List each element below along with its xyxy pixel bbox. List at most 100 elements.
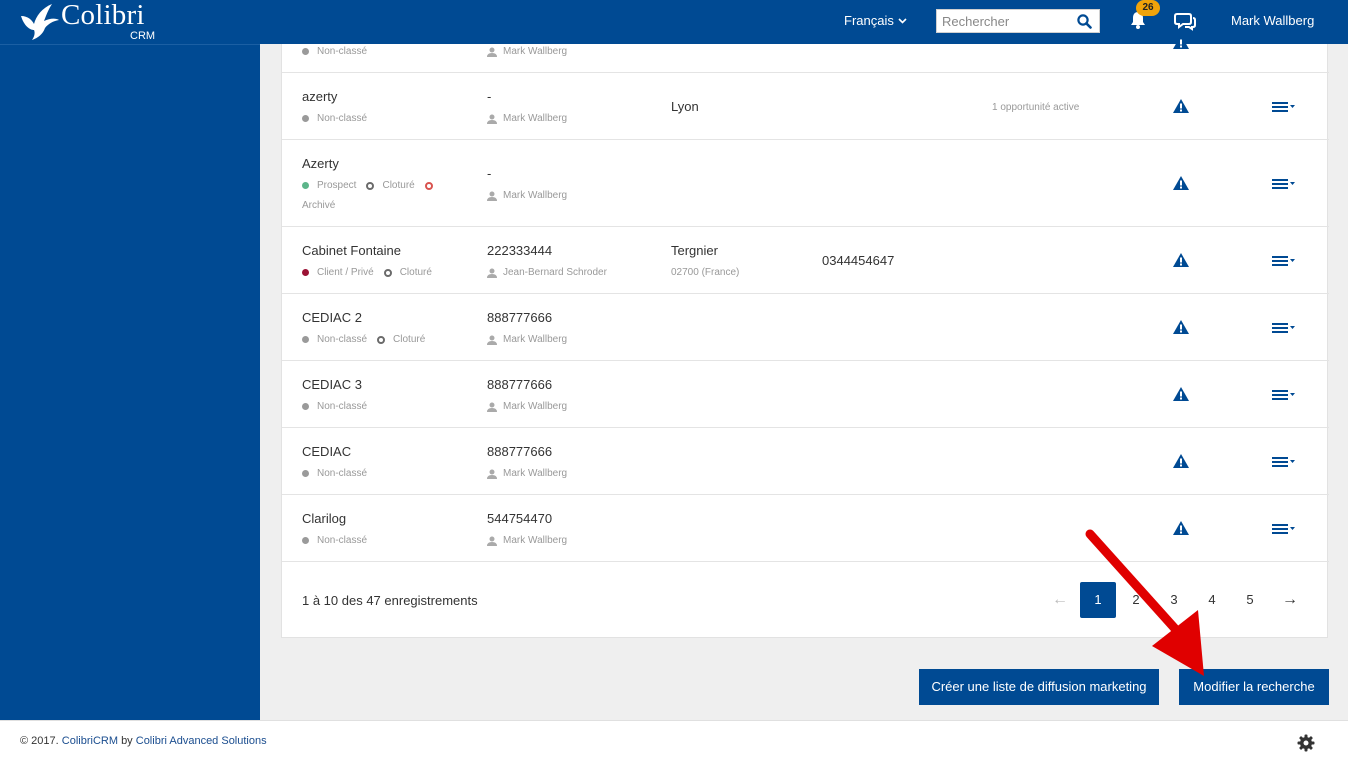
gear-icon[interactable] xyxy=(1297,734,1315,752)
postal-code: 02700 (France) xyxy=(671,267,740,278)
owner: Mark Wallberg xyxy=(487,334,567,345)
status-dot xyxy=(377,335,386,344)
menu-icon[interactable] xyxy=(1272,389,1296,401)
table-row[interactable]: azerty Non-classé - Mark Wallberg Lyon 1… xyxy=(282,73,1329,140)
warning-icon[interactable] xyxy=(1172,252,1190,268)
city: Tergnier xyxy=(671,243,718,258)
search-icon[interactable] xyxy=(1077,14,1092,29)
table-row[interactable]: Non-classé Mark Wallberg xyxy=(282,35,1329,73)
warning-icon[interactable] xyxy=(1172,34,1190,50)
menu-icon[interactable] xyxy=(1272,456,1296,468)
company-name[interactable]: CEDIAC 2 xyxy=(302,310,362,325)
company-id: - xyxy=(487,166,492,181)
owner: Mark Wallberg xyxy=(487,46,567,57)
records-summary: 1 à 10 des 47 enregistrements xyxy=(302,593,478,608)
status-dot xyxy=(302,470,309,477)
table-row[interactable]: CEDIAC Non-classé 888777666 Mark Wallber… xyxy=(282,428,1329,495)
user-icon xyxy=(487,47,497,57)
annotation-arrow xyxy=(1085,529,1204,676)
table-row[interactable]: Azerty Prospect Cloturé Archivé - Mark W… xyxy=(282,140,1329,227)
pagination-next[interactable]: → xyxy=(1272,582,1308,618)
company-id: 544754470 xyxy=(487,511,553,526)
company-name[interactable]: Cabinet Fontaine xyxy=(302,243,401,258)
status-dot xyxy=(366,181,375,190)
owner: Mark Wallberg xyxy=(487,468,567,479)
company-id: 222333444 xyxy=(487,243,553,258)
menu-icon[interactable] xyxy=(1272,178,1296,190)
status-tag-archived: Archivé xyxy=(302,200,336,211)
company-name[interactable]: azerty xyxy=(302,89,337,104)
company-id: - xyxy=(487,89,492,104)
company-id: 888777666 xyxy=(487,444,553,459)
warning-icon[interactable] xyxy=(1172,453,1190,469)
status-tags: Non-classé xyxy=(302,113,367,124)
sidebar xyxy=(0,44,260,720)
footer-company-link[interactable]: Colibri Advanced Solutions xyxy=(136,735,267,747)
status-tags: Non-classé xyxy=(302,46,367,57)
search-input[interactable] xyxy=(937,10,1073,32)
chat-icon[interactable] xyxy=(1174,11,1196,31)
status-tags: Non-classé xyxy=(302,468,367,479)
pagination-page-5[interactable]: 5 xyxy=(1232,582,1268,618)
status-dot xyxy=(302,537,309,544)
menu-icon[interactable] xyxy=(1272,322,1296,334)
warning-icon[interactable] xyxy=(1172,386,1190,402)
company-name[interactable]: CEDIAC 3 xyxy=(302,377,362,392)
table-row[interactable]: CEDIAC 2 Non-classé Cloturé 888777666 Ma… xyxy=(282,294,1329,361)
search-box xyxy=(936,9,1100,33)
user-icon xyxy=(487,114,497,124)
owner: Mark Wallberg xyxy=(487,113,567,124)
owner: Mark Wallberg xyxy=(487,190,567,201)
user-menu[interactable]: Mark Wallberg xyxy=(1231,13,1314,28)
warning-icon[interactable] xyxy=(1172,175,1190,191)
user-icon xyxy=(487,268,497,278)
company-name[interactable]: Clarilog xyxy=(302,511,346,526)
status-tags: Prospect Cloturé xyxy=(302,180,441,191)
status-tags: Non-classé Cloturé xyxy=(302,334,425,345)
notification-badge: 26 xyxy=(1136,0,1160,16)
phone: 0344454647 xyxy=(822,253,895,268)
menu-icon[interactable] xyxy=(1272,255,1296,267)
user-icon xyxy=(487,335,497,345)
pagination-prev[interactable]: ← xyxy=(1042,582,1078,618)
status-dot xyxy=(302,403,309,410)
warning-icon[interactable] xyxy=(1172,98,1190,114)
logo-subtext: CRM xyxy=(130,30,156,42)
table-row[interactable]: Cabinet Fontaine Client / Privé Cloturé … xyxy=(282,227,1329,294)
status-tags: Non-classé xyxy=(302,401,367,412)
user-icon xyxy=(487,191,497,201)
status-tags: Non-classé xyxy=(302,535,367,546)
company-id: 888777666 xyxy=(487,310,553,325)
owner: Jean-Bernard Schroder xyxy=(487,267,607,278)
owner: Mark Wallberg xyxy=(487,401,567,412)
opportunities: 1 opportunité active xyxy=(992,102,1080,113)
bird-logo-icon xyxy=(21,4,59,40)
warning-icon[interactable] xyxy=(1172,319,1190,335)
footer-copyright: © 2017. ColibriCRM by Colibri Advanced S… xyxy=(20,735,267,747)
menu-icon[interactable] xyxy=(1272,523,1296,535)
status-dot xyxy=(302,182,309,189)
footer-brand-link[interactable]: ColibriCRM xyxy=(62,735,118,747)
logo[interactable]: Colibri CRM xyxy=(18,0,178,42)
status-dot xyxy=(302,48,309,55)
user-icon xyxy=(487,536,497,546)
company-id: 888777666 xyxy=(487,377,553,392)
status-dot xyxy=(424,181,433,190)
status-dot xyxy=(383,268,392,277)
menu-icon[interactable] xyxy=(1272,101,1296,113)
user-icon xyxy=(487,402,497,412)
city: Lyon xyxy=(671,99,699,114)
language-selector[interactable]: Français xyxy=(844,13,907,28)
status-tags: Client / Privé Cloturé xyxy=(302,267,432,278)
company-name[interactable]: Azerty xyxy=(302,156,339,171)
status-dot xyxy=(302,336,309,343)
owner: Mark Wallberg xyxy=(487,535,567,546)
logo-text: Colibri xyxy=(61,0,145,31)
user-icon xyxy=(487,469,497,479)
table-row[interactable]: CEDIAC 3 Non-classé 888777666 Mark Wallb… xyxy=(282,361,1329,428)
language-label: Français xyxy=(844,13,894,28)
status-dot xyxy=(302,269,309,276)
chevron-down-icon xyxy=(898,17,907,24)
company-name[interactable]: CEDIAC xyxy=(302,444,351,459)
top-navbar: Colibri CRM Français 26 Mark Wallberg xyxy=(0,0,1348,44)
